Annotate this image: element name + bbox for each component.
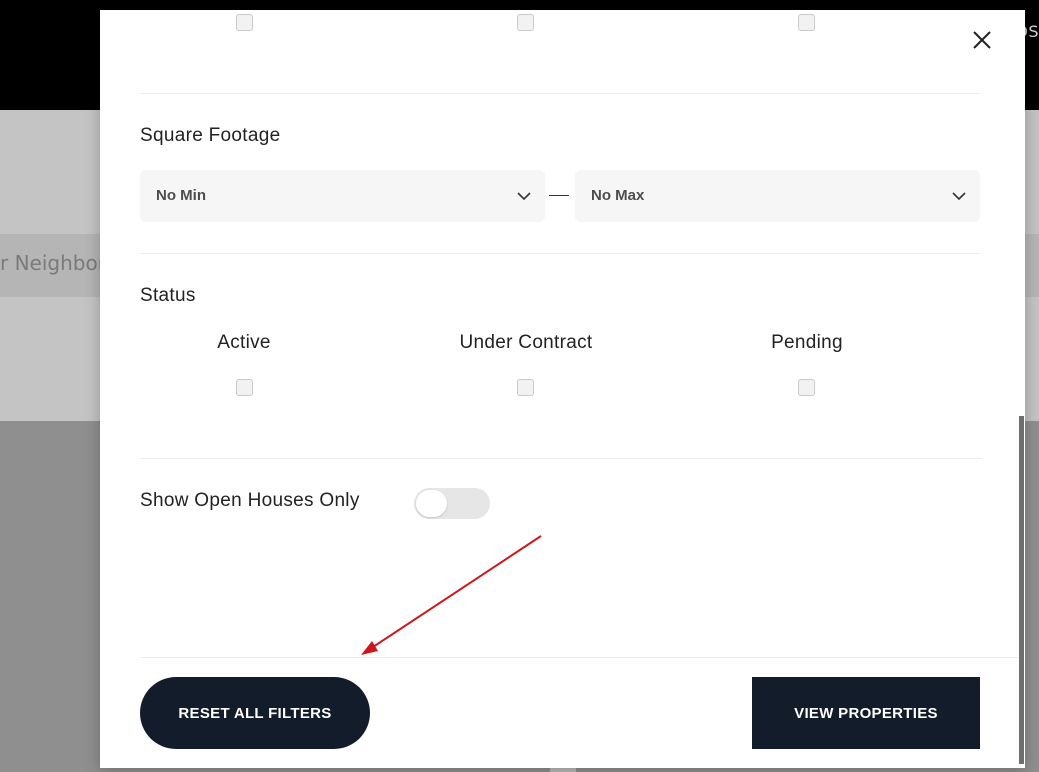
- status-label-under-contract: Under Contract: [459, 332, 593, 353]
- footer-divider: [140, 657, 1025, 658]
- chevron-down-icon: [517, 192, 531, 201]
- square-footage-title: Square Footage: [140, 125, 281, 146]
- section-divider: [140, 458, 982, 459]
- reset-all-filters-button[interactable]: RESET ALL FILTERS: [140, 677, 370, 749]
- max-sqft-select[interactable]: No Max: [575, 170, 980, 222]
- checkbox-prev-section-3[interactable]: [798, 14, 815, 31]
- status-label-pending: Pending: [771, 332, 843, 353]
- checkbox-prev-section-1[interactable]: [236, 14, 253, 31]
- status-checkbox-under-contract[interactable]: [517, 379, 534, 396]
- chevron-down-icon: [952, 192, 966, 201]
- status-checkbox-pending[interactable]: [798, 379, 815, 396]
- modal-scrollbar-thumb[interactable]: [1019, 416, 1024, 764]
- filters-modal: Square Footage No Min No Max Status Acti…: [100, 10, 1025, 768]
- status-label-active: Active: [217, 332, 271, 353]
- open-houses-toggle[interactable]: [414, 488, 490, 519]
- open-houses-label: Show Open Houses Only: [140, 490, 360, 511]
- section-divider: [140, 93, 980, 94]
- min-sqft-select[interactable]: No Min: [140, 170, 545, 222]
- close-icon: [973, 31, 991, 49]
- section-divider: [140, 253, 980, 254]
- min-sqft-value: No Min: [156, 187, 206, 204]
- search-placeholder-text: r Neighbor: [0, 251, 106, 275]
- close-button[interactable]: [968, 26, 996, 54]
- max-sqft-value: No Max: [591, 187, 645, 204]
- checkbox-prev-section-2[interactable]: [517, 14, 534, 31]
- range-separator: [549, 195, 569, 196]
- status-checkbox-active[interactable]: [236, 379, 253, 396]
- toggle-knob: [416, 490, 447, 517]
- status-title: Status: [140, 285, 196, 306]
- view-properties-button[interactable]: VIEW PROPERTIES: [752, 677, 980, 749]
